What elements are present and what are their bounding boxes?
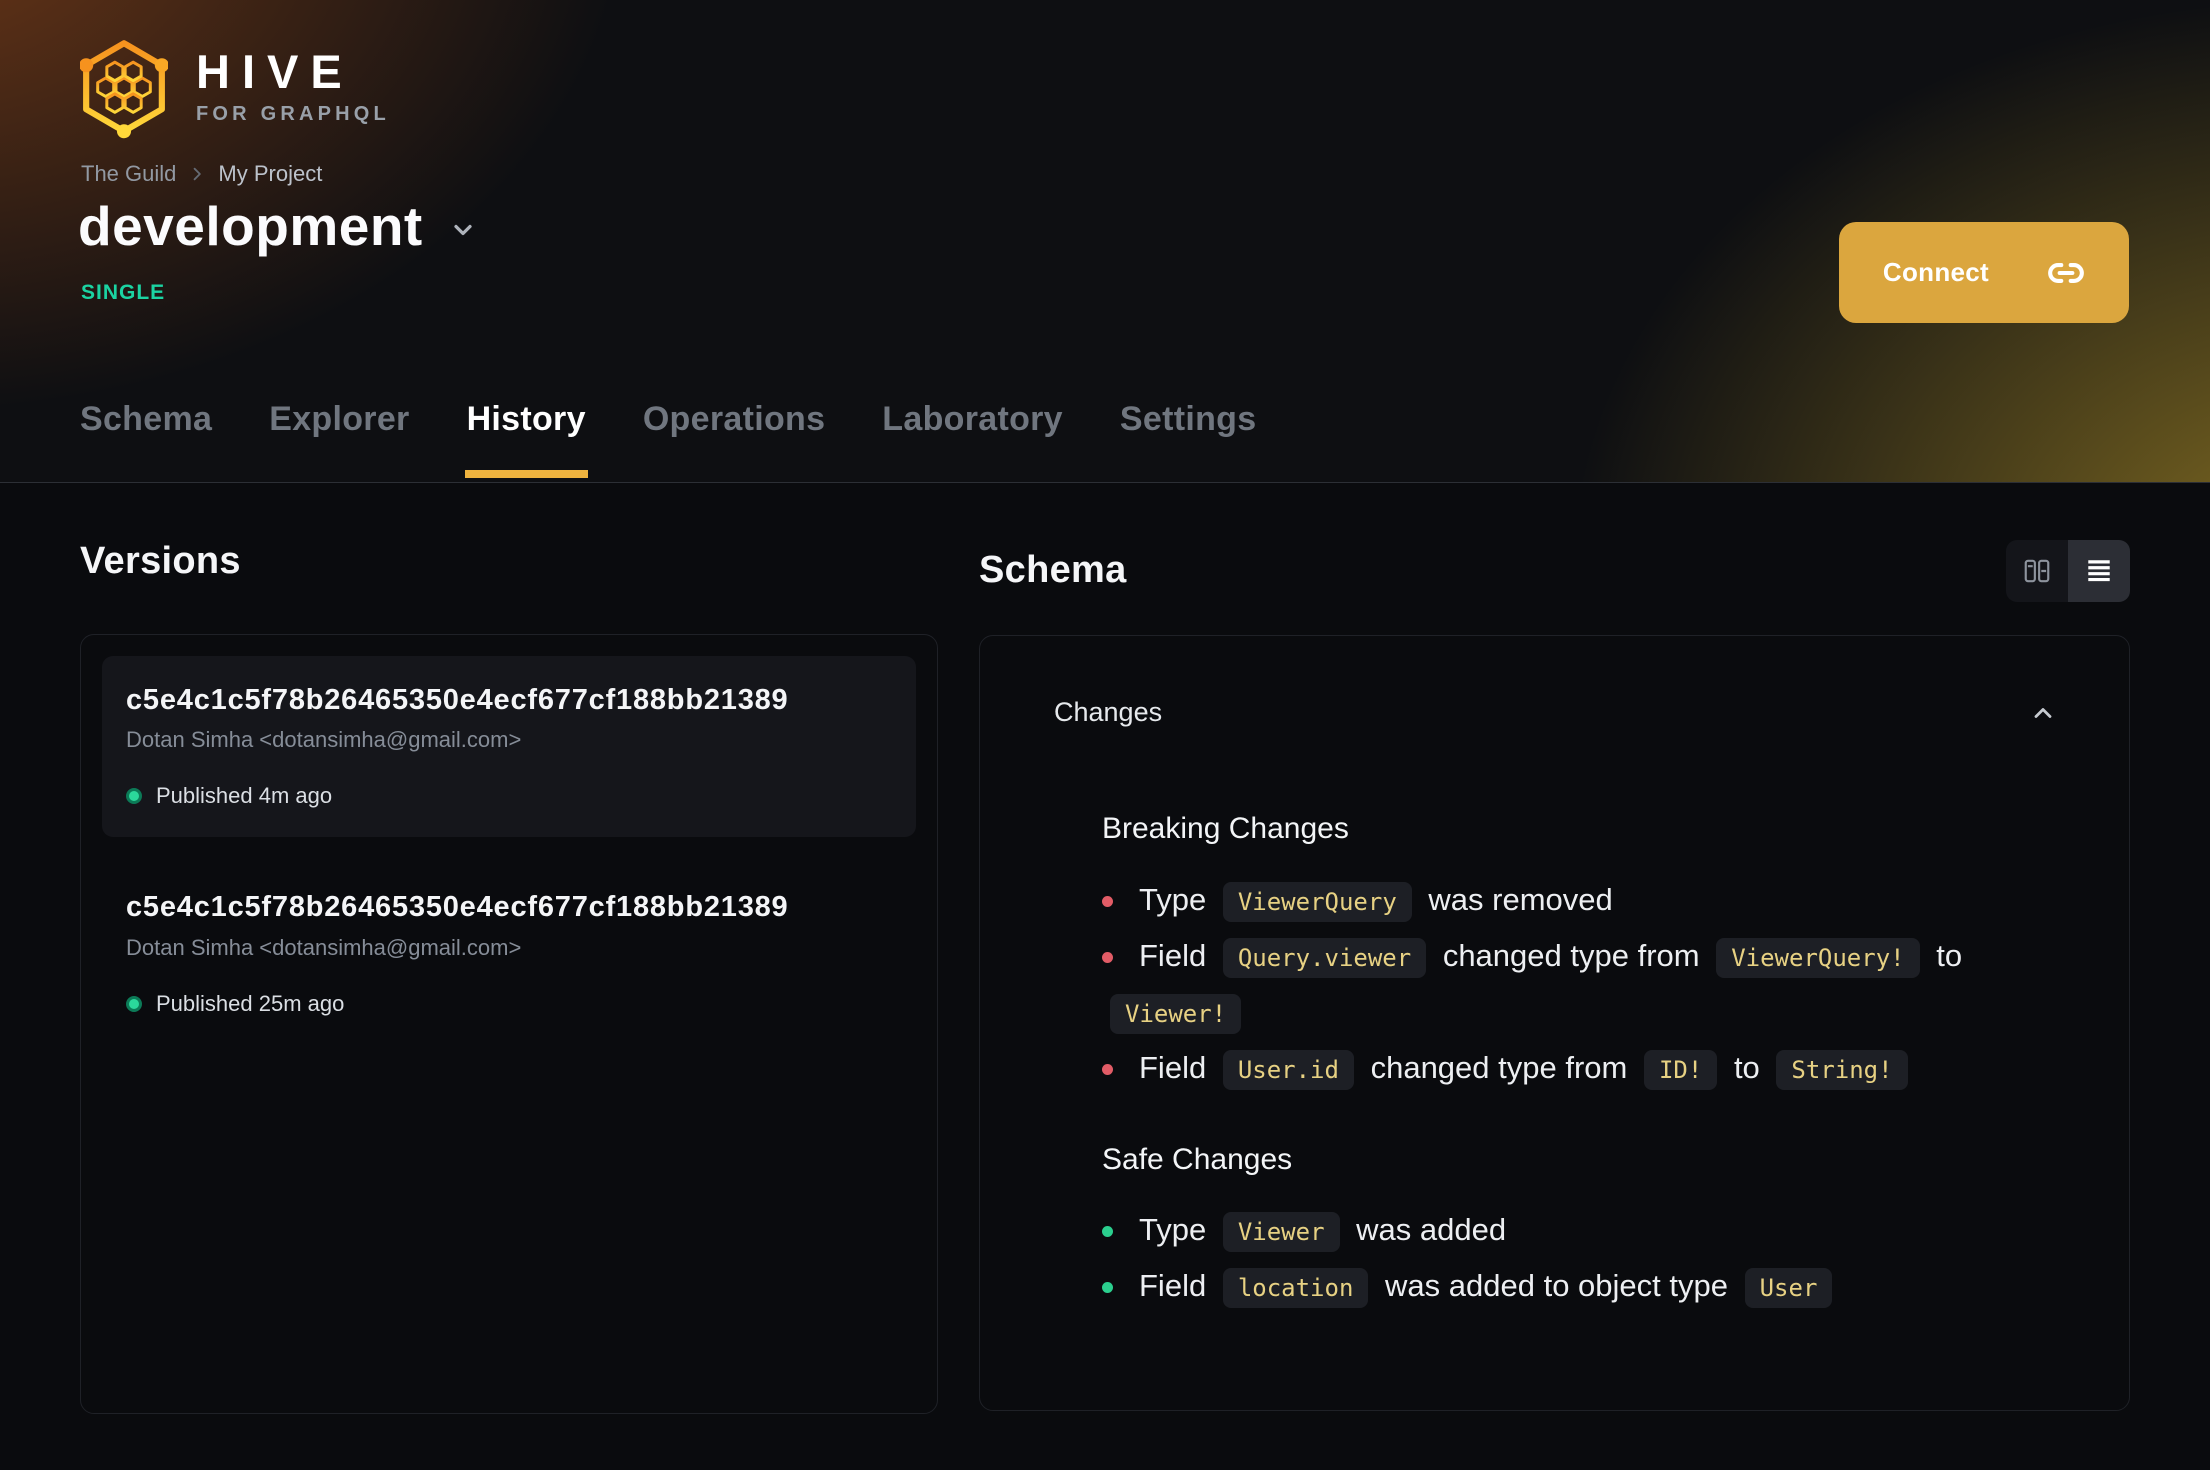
change-sections: Breaking Changes Type ViewerQuery was rem… [1102,812,2057,1315]
versions-list: c5e4c1c5f78b26465350e4ecf677cf188bb21389… [80,633,938,1414]
tab-operations[interactable]: Operations [643,400,825,482]
code-chip: String! [1776,1049,1908,1090]
version-status-text: Published 25m ago [156,991,345,1017]
view-toggle [2006,540,2130,602]
connect-label: Connect [1882,257,1989,287]
breadcrumb-project[interactable]: My Project [218,161,322,187]
safe-changes-list: Type Viewer was added Field location was … [1102,1203,2042,1315]
page-title: development [78,195,423,257]
hive-logo-icon [80,40,168,139]
schema-header: Schema [979,540,2130,602]
changes-panel: Changes Breaking Changes Type ViewerQuery… [979,635,2130,1411]
code-chip: User [1744,1268,1833,1308]
code-chip: User.id [1222,1049,1354,1090]
tab-bar: Schema Explorer History Operations Laborator… [80,400,1256,482]
chevron-up-icon[interactable] [2029,699,2057,727]
change-item: Field Query.viewer changed type from Vie… [1102,929,2042,1041]
changes-label: Changes [1054,697,1163,727]
version-status: Published 4m ago [126,783,892,809]
published-dot-icon [126,788,142,805]
target-row: development [78,196,477,257]
code-chip: ID! [1643,1049,1718,1090]
version-hash: c5e4c1c5f78b26465350e4ecf677cf188bb21389 [126,891,789,924]
chevron-right-icon [194,167,202,181]
code-chip: Viewer [1222,1212,1340,1252]
versions-column: Versions c5e4c1c5f78b26465350e4ecf677cf1… [80,540,938,1414]
brand-tagline: FOR GRAPHQL [196,103,390,125]
columns-icon [2024,559,2050,583]
version-author: Dotan Simha <dotansimha@gmail.com> [126,934,522,960]
list-view-button[interactable] [2068,540,2130,602]
main-content: Versions c5e4c1c5f78b26465350e4ecf677cf1… [0,483,2210,1414]
brand-text: HIVE FOR GRAPHQL [196,36,390,142]
safe-changes-section: Safe Changes Type Viewer was added Field l… [1102,1143,2057,1316]
bullet-icon [1102,1063,1113,1075]
brand-name: HIVE [196,45,354,98]
brand: HIVE FOR GRAPHQL [80,36,390,142]
change-item: Field User.id changed type from ID! to S… [1102,1041,2042,1097]
version-status-text: Published 4m ago [156,783,333,809]
code-chip: location [1222,1268,1369,1308]
link-icon [2048,262,2084,283]
breadcrumb: The Guild My Project [81,161,322,187]
split-view-button[interactable] [2006,540,2068,602]
code-chip: Viewer! [1110,993,1242,1034]
schema-title: Schema [979,549,1127,592]
tab-explorer[interactable]: Explorer [269,400,409,482]
project-type-badge: SINGLE [81,281,166,304]
version-author: Dotan Simha <dotansimha@gmail.com> [126,727,522,753]
tab-laboratory[interactable]: Laboratory [882,400,1063,482]
tab-history[interactable]: History [464,400,589,482]
version-hash: c5e4c1c5f78b26465350e4ecf677cf188bb21389 [126,683,789,716]
bullet-icon [1102,951,1113,963]
tab-settings[interactable]: Settings [1120,400,1257,482]
version-status: Published 25m ago [126,991,892,1017]
header: HIVE FOR GRAPHQL The Guild My Project de… [0,0,2210,483]
schema-column: Schema Changes Breaking Changes Type Vie… [979,540,2130,1414]
list-icon [2088,560,2110,582]
code-chip: Query.viewer [1222,937,1427,978]
safe-changes-title: Safe Changes [1102,1142,1293,1176]
version-item[interactable]: c5e4c1c5f78b26465350e4ecf677cf188bb21389… [102,863,916,1045]
tab-schema[interactable]: Schema [80,400,212,482]
version-item[interactable]: c5e4c1c5f78b26465350e4ecf677cf188bb21389… [102,655,916,838]
breaking-changes-title: Breaking Changes [1102,812,1349,845]
breaking-changes-section: Breaking Changes Type ViewerQuery was rem… [1102,812,2057,1097]
bullet-icon [1102,1226,1113,1238]
bullet-icon [1102,895,1113,907]
changes-header[interactable]: Changes [1054,697,2057,728]
breadcrumb-org[interactable]: The Guild [81,161,176,187]
chevron-down-icon[interactable] [449,216,477,244]
breaking-changes-list: Type ViewerQuery was removed Field Query.… [1102,873,2042,1097]
change-item: Field location was added to object type … [1102,1259,2042,1315]
code-chip: ViewerQuery! [1716,937,1920,978]
published-dot-icon [126,996,142,1013]
versions-title: Versions [80,540,241,582]
change-item: Type Viewer was added [1102,1203,2042,1259]
change-item: Type ViewerQuery was removed [1102,873,2042,929]
connect-button[interactable]: Connect [1838,222,2129,323]
bullet-icon [1102,1282,1113,1294]
code-chip: ViewerQuery [1222,881,1412,922]
